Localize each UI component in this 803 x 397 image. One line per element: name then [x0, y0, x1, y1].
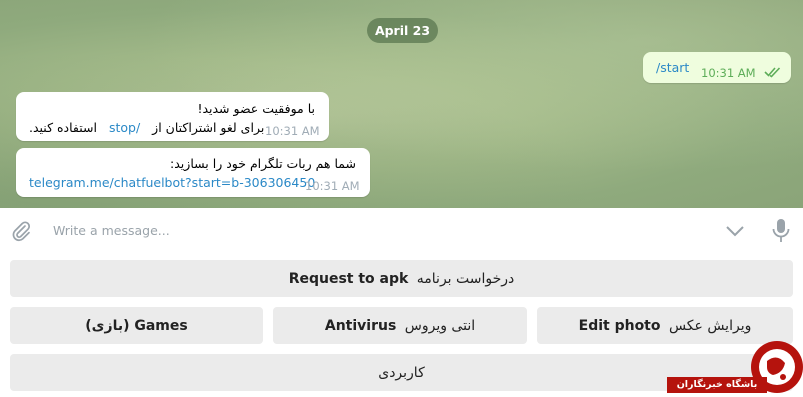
double-check-icon — [764, 67, 781, 78]
message-incoming[interactable]: شما هم ربات تلگرام خود را بسازید: telegr… — [16, 148, 370, 197]
message-line-2-suffix: استفاده کنید. — [29, 120, 97, 135]
message-line-2-text: برای لغو اشتراکتان از — [152, 120, 265, 135]
button-label-fa: ویرایش عکس — [668, 317, 752, 334]
message-time: 10:31 AM — [305, 179, 360, 193]
button-label: (بازی) Games — [85, 317, 188, 334]
button-label-fa: انتی ویروس — [404, 317, 476, 334]
message-line-2: استفاده کنید. stop/ برای لغو اشتراکتان ا… — [29, 120, 264, 135]
games-button[interactable]: (بازی) Games — [10, 307, 263, 344]
watermark-logo: باشگاه خبرنگاران — [667, 337, 803, 397]
message-outgoing[interactable]: /start 10:31 AM — [643, 52, 791, 83]
watermark-text: باشگاه خبرنگاران — [667, 377, 767, 393]
stop-command-link[interactable]: stop/ — [109, 120, 140, 135]
button-label: Edit photo ویرایش عکس — [579, 318, 752, 334]
antivirus-button[interactable]: Antivirus انتی ویروس — [273, 307, 527, 344]
button-label-en: Antivirus — [324, 317, 397, 334]
message-incoming[interactable]: با موفقیت عضو شدید! استفاده کنید. stop/ … — [16, 92, 329, 141]
button-label: Request to apk درخواست برنامه — [289, 271, 515, 287]
button-label: کاربردی — [378, 364, 425, 381]
message-line-1: با موفقیت عضو شدید! — [197, 101, 315, 116]
message-input-bar: Write a message... — [0, 208, 803, 255]
chat-area: April 23 /start 10:31 AM با موفقیت عضو ش… — [0, 0, 803, 208]
message-text[interactable]: /start — [656, 60, 689, 75]
date-separator: April 23 — [367, 18, 438, 43]
message-line-1: شما هم ربات تلگرام خود را بسازید: — [170, 156, 356, 171]
message-time: 10:31 AM — [701, 66, 756, 80]
paperclip-icon[interactable] — [10, 220, 32, 242]
microphone-icon[interactable] — [771, 218, 791, 244]
message-time: 10:31 AM — [265, 124, 320, 138]
message-input[interactable]: Write a message... — [53, 223, 170, 238]
button-label-fa: درخواست برنامه — [416, 270, 515, 287]
button-label: Antivirus انتی ویروس — [325, 318, 475, 334]
button-label-en: Edit photo — [578, 317, 661, 334]
message-link[interactable]: telegram.me/chatfuelbot?start=b-30630645… — [29, 175, 315, 190]
chevron-down-icon[interactable] — [725, 225, 745, 237]
button-label-en: Request to apk — [288, 270, 409, 287]
request-apk-button[interactable]: Request to apk درخواست برنامه — [10, 260, 793, 297]
